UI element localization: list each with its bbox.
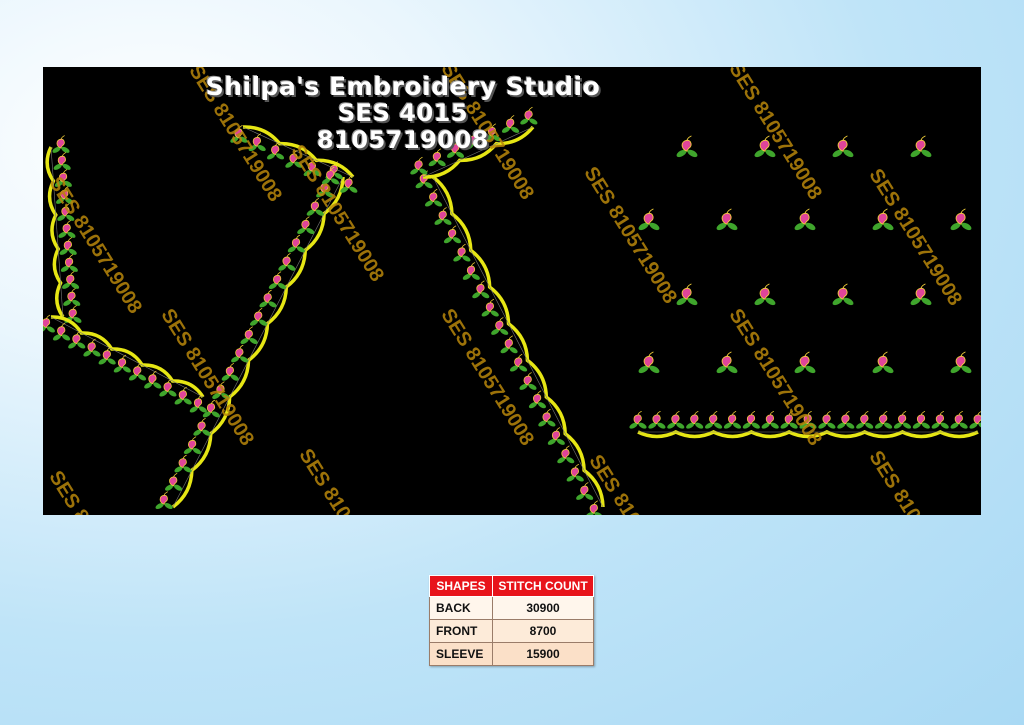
paisley-motif xyxy=(240,326,258,345)
stitch-count-cell: 8700 xyxy=(492,619,594,643)
paisley-motif xyxy=(716,208,738,231)
paisley-motif xyxy=(874,410,893,429)
paisley-motif xyxy=(472,280,490,299)
paisley-motif xyxy=(794,351,816,374)
paisley-motif xyxy=(686,410,704,429)
paisley-motif xyxy=(648,410,666,429)
paisley-motif xyxy=(910,283,932,306)
paisley-motif xyxy=(500,335,518,354)
paisley-motif xyxy=(231,344,249,363)
paisley-motif xyxy=(155,491,173,510)
paisley-motif xyxy=(491,317,509,335)
paisley-motif xyxy=(59,237,77,255)
paisley-motif xyxy=(268,271,287,290)
shape-cell: SLEEVE xyxy=(429,642,493,666)
paisley-motif xyxy=(676,135,698,158)
paisley-motif xyxy=(950,410,968,429)
paisley-motif xyxy=(837,410,855,429)
paisley-motif xyxy=(174,454,192,473)
paisley-motif xyxy=(63,288,81,306)
column-header-shapes: SHAPES xyxy=(429,575,493,597)
shape-cell: FRONT xyxy=(429,619,493,643)
paisley-motif xyxy=(912,410,930,429)
paisley-motif xyxy=(832,283,854,306)
table-row: BACK 30900 xyxy=(429,596,594,620)
paisley-motif xyxy=(509,353,528,372)
paisley-motif xyxy=(434,207,452,225)
paisley-motif xyxy=(453,243,471,262)
paisley-motif xyxy=(931,410,949,429)
paisley-motif xyxy=(557,445,575,464)
paisley-motif xyxy=(278,253,296,271)
paisley-motif xyxy=(723,410,742,429)
studio-name: Shilpa's Embroidery Studio xyxy=(205,72,601,101)
table-header-row: SHAPES STITCH COUNT xyxy=(429,575,594,597)
table-row: SLEEVE 15900 xyxy=(429,642,594,666)
paisley-motif xyxy=(638,208,660,231)
paisley-motif xyxy=(832,135,854,158)
column-header-stitch-count: STITCH COUNT xyxy=(492,575,594,597)
paisley-motif xyxy=(794,208,816,231)
paisley-motif xyxy=(716,351,738,374)
paisley-motif xyxy=(742,410,760,429)
paisley-motif xyxy=(667,410,685,429)
table-row: FRONT 8700 xyxy=(429,619,594,643)
paisley-motif xyxy=(538,408,556,427)
paisley-motif xyxy=(893,410,912,429)
paisley-motif xyxy=(818,410,836,429)
paisley-motif xyxy=(183,436,202,455)
paisley-motif xyxy=(566,463,584,482)
paisley-motif xyxy=(62,271,80,289)
stitch-count-cell: 30900 xyxy=(492,596,594,620)
paisley-motif xyxy=(576,482,594,500)
paisley-motif xyxy=(519,372,537,390)
paisley-motif xyxy=(60,254,78,272)
paisley-motif xyxy=(638,351,660,374)
paisley-motif xyxy=(872,351,894,374)
stitch-count-cell: 15900 xyxy=(492,642,594,666)
design-code: SES 4015 xyxy=(337,99,469,127)
paisley-motif xyxy=(629,410,647,429)
paisley-motif xyxy=(221,363,239,381)
paisley-motif xyxy=(754,283,776,306)
paisley-motif xyxy=(287,234,305,253)
paisley-motif xyxy=(856,410,874,429)
scallop-border xyxy=(45,146,65,318)
paisley-motif xyxy=(528,390,547,409)
paisley-motif xyxy=(761,410,779,429)
paisley-motif xyxy=(910,135,932,158)
studio-title-block: Shilpa's Embroidery Studio SES 4015 8105… xyxy=(193,73,613,154)
paisley-motif xyxy=(52,135,70,153)
paisley-motif xyxy=(193,418,211,436)
stitch-count-table: SHAPES STITCH COUNT BACK 30900 FRONT 870… xyxy=(429,575,594,666)
paisley-motif xyxy=(259,289,277,308)
shape-cell: BACK xyxy=(429,596,493,620)
paisley-motif xyxy=(297,216,315,235)
paisley-motif xyxy=(249,308,268,326)
paisley-motif xyxy=(410,156,428,175)
paisley-motif xyxy=(950,351,972,374)
paisley-motif xyxy=(53,152,71,170)
phone-number: 8105719008 xyxy=(317,126,489,154)
paisley-motif xyxy=(704,410,723,429)
paisley-motif xyxy=(950,208,972,231)
design-preview-panel: SES 8105719008 SES 8105719008 SES 810571… xyxy=(43,67,981,515)
paisley-motif xyxy=(424,188,443,207)
paisley-motif xyxy=(164,473,183,491)
paisley-motif xyxy=(443,225,462,244)
paisley-motif xyxy=(547,427,565,445)
paisley-motif xyxy=(969,411,981,429)
paisley-motif xyxy=(462,262,480,280)
paisley-motif xyxy=(481,298,499,317)
